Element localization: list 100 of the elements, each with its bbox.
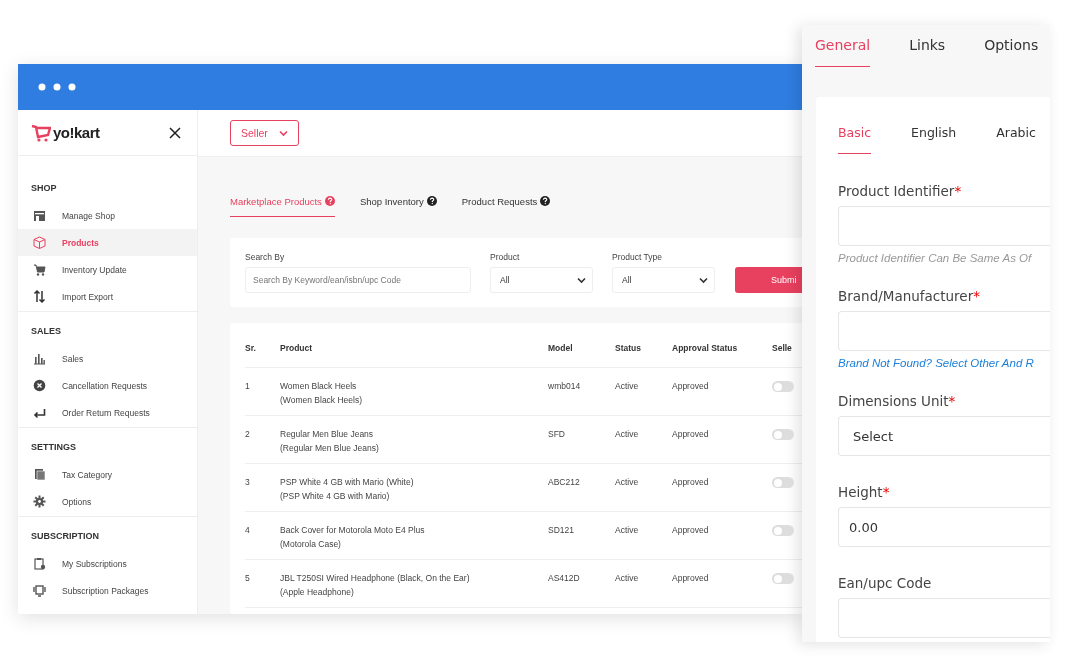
- table-cell: SFD: [548, 415, 615, 464]
- tab[interactable]: Links: [909, 37, 946, 67]
- language-tab[interactable]: English: [911, 125, 957, 154]
- section-heading: SUBSCRIPTION: [30, 530, 100, 543]
- section-heading: SETTINGS: [30, 441, 77, 454]
- submit-button[interactable]: Submi: [735, 267, 802, 293]
- sidebar-item[interactable]: Subscription Packages: [18, 577, 197, 604]
- table-cell: Active: [615, 511, 672, 560]
- table-cell: JBL T250SI Wired Headphone (Black, On the Ear) (Apple Headphone): [280, 559, 548, 608]
- table-cell: 2: [245, 415, 280, 464]
- section-heading: SHOP: [30, 182, 58, 195]
- help-icon: [324, 196, 335, 206]
- column-header: Status: [615, 323, 672, 368]
- column-header: Approval Status: [672, 323, 772, 368]
- input-field[interactable]: [838, 206, 1050, 246]
- table-cell: Back Cover for Motorola Moto E4 Plus (Motorola Case): [280, 511, 548, 560]
- table-cell: Approved: [672, 463, 772, 512]
- cart-icon: [33, 263, 46, 276]
- hint-text: Product Identifier Can Be Same As Of: [838, 252, 1033, 264]
- cancel-circle-icon: [33, 379, 46, 392]
- input-field[interactable]: [838, 598, 1050, 638]
- language-tab[interactable]: Basic: [838, 125, 872, 154]
- table-cell: SD121: [548, 511, 615, 560]
- field-label: Product Identifier*: [838, 183, 963, 199]
- sidebar-item[interactable]: Products: [18, 229, 197, 256]
- sidebar-item[interactable]: Cancellation Requests: [18, 372, 197, 399]
- table-cell: ABC212: [548, 463, 615, 512]
- chevron-down-icon: [576, 275, 586, 285]
- seller-dropdown[interactable]: Seller: [230, 120, 299, 146]
- logo-text: yo!kart: [53, 124, 100, 141]
- table-cell: wmb014: [548, 367, 615, 416]
- table-cell: AS412D: [548, 559, 615, 608]
- table-cell: Active: [615, 415, 672, 464]
- document-icon: [33, 468, 46, 481]
- field-label: Height*: [838, 484, 891, 500]
- gear-icon: [33, 495, 46, 508]
- table-cell: Approved: [672, 367, 772, 416]
- sidebar-item[interactable]: Sales: [18, 345, 197, 372]
- sidebar-item[interactable]: Order Return Requests: [18, 399, 197, 426]
- sort-arrows-icon: [33, 290, 46, 303]
- column-header: Sr.: [245, 323, 280, 368]
- field-label: Ean/upc Code: [838, 575, 933, 591]
- table-cell: Active: [615, 463, 672, 512]
- chevron-down-icon: [698, 275, 708, 285]
- sidebar-item[interactable]: My Subscriptions: [18, 550, 197, 577]
- brand-link[interactable]: Brand Not Found? Select Other And R: [838, 357, 1050, 369]
- table-cell: Active: [615, 559, 672, 608]
- toggle-switch[interactable]: [772, 477, 794, 488]
- table-cell: 3: [245, 463, 280, 512]
- tab[interactable]: Marketplace Products: [230, 194, 335, 217]
- field-label: Search By: [245, 252, 286, 262]
- select-field[interactable]: All: [612, 267, 715, 293]
- sidebar-item[interactable]: Manage Shop: [18, 202, 197, 229]
- language-tab[interactable]: Arabic: [996, 125, 1036, 154]
- help-icon: [540, 196, 551, 206]
- toggle-switch[interactable]: [772, 525, 794, 536]
- search-field[interactable]: Search By Keyword/ean/isbn/upc Code: [245, 267, 471, 293]
- field-label: Product Type: [612, 252, 663, 262]
- input-field[interactable]: 0.00: [838, 507, 1050, 547]
- window-dots-icon: [38, 83, 78, 91]
- select-field[interactable]: All: [490, 267, 593, 293]
- table-cell: 5: [245, 559, 280, 608]
- table-cell: Approved: [672, 511, 772, 560]
- table-cell: Regular Men Blue Jeans (Regular Men Blue Jeans): [280, 415, 548, 464]
- column-header: Product: [280, 323, 548, 368]
- sidebar-item[interactable]: Options: [18, 488, 197, 515]
- return-arrow-icon: [33, 406, 46, 419]
- help-icon: [426, 196, 437, 206]
- close-icon[interactable]: [169, 126, 181, 139]
- tab[interactable]: Shop Inventory: [359, 194, 437, 217]
- table-cell: Active: [615, 367, 672, 416]
- package-icon: [33, 584, 46, 597]
- table-cell: PSP White 4 GB with Mario (White) (PSP White 4 GB with Mario): [280, 463, 548, 512]
- select-field[interactable]: Select: [838, 416, 1050, 456]
- table-cell: 4: [245, 511, 280, 560]
- box-icon: [33, 236, 46, 249]
- input-field[interactable]: [838, 311, 1050, 351]
- clipboard-icon: [33, 557, 46, 570]
- sidebar-item[interactable]: Tax Category: [18, 461, 197, 488]
- tab[interactable]: General: [815, 37, 871, 67]
- sidebar-item[interactable]: Import Export: [18, 283, 197, 310]
- toggle-switch[interactable]: [772, 573, 794, 584]
- cart-logo-icon: [31, 123, 51, 142]
- table-cell: Approved: [672, 415, 772, 464]
- section-heading: SALES: [30, 325, 62, 338]
- sidebar-item[interactable]: Inventory Update: [18, 256, 197, 283]
- column-header: Model: [548, 323, 615, 368]
- field-label: Dimensions Unit*: [838, 393, 957, 409]
- toggle-switch[interactable]: [772, 429, 794, 440]
- table-cell: 1: [245, 367, 280, 416]
- table-cell: Approved: [672, 559, 772, 608]
- shop-icon: [33, 209, 46, 222]
- field-label: Product: [490, 252, 521, 262]
- tab[interactable]: Options: [984, 37, 1039, 67]
- table-cell: Women Black Heels (Women Black Heels): [280, 367, 548, 416]
- bar-chart-icon: [33, 352, 46, 365]
- tab[interactable]: Product Requests: [461, 194, 551, 217]
- toggle-switch[interactable]: [772, 381, 794, 392]
- field-label: Brand/Manufacturer*: [838, 288, 981, 304]
- chevron-down-icon: [277, 128, 289, 138]
